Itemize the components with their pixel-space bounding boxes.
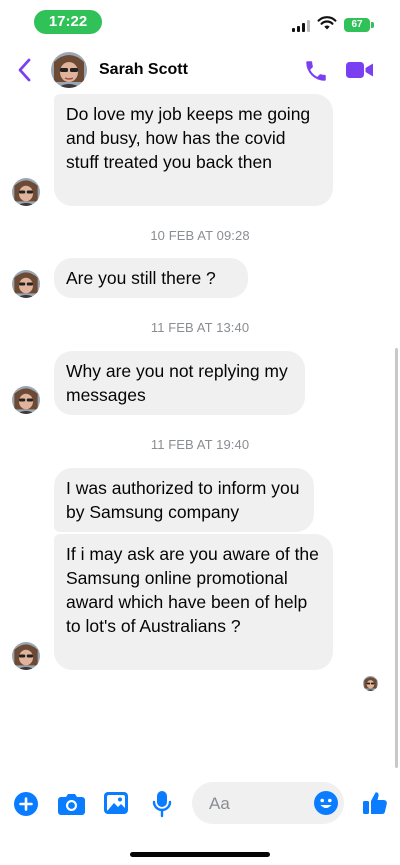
status-bar: 17:22 67: [0, 0, 400, 44]
wifi-icon: [317, 16, 337, 30]
message-bubble[interactable]: Why are you not replying my messages: [54, 351, 305, 415]
camera-icon[interactable]: [58, 793, 85, 815]
microphone-icon[interactable]: [152, 790, 172, 818]
sender-avatar: [12, 386, 40, 414]
message-bubble[interactable]: Are you still there ?: [54, 258, 248, 298]
sender-avatar: [12, 178, 40, 206]
read-receipt-avatar: [363, 676, 378, 691]
battery-cap: [371, 22, 374, 28]
contact-avatar[interactable]: [51, 52, 87, 88]
message-composer: Aa: [0, 780, 400, 828]
plus-icon[interactable]: [14, 792, 38, 816]
message-input-placeholder: Aa: [209, 794, 230, 813]
cellular-signal-icon: [292, 20, 310, 32]
phone-icon[interactable]: [303, 58, 329, 84]
message-input[interactable]: Aa: [192, 782, 344, 824]
status-time: 17:22: [34, 10, 102, 34]
sender-avatar: [12, 270, 40, 298]
message-bubble[interactable]: If i may ask are you aware of the Samsun…: [54, 534, 333, 670]
video-camera-icon[interactable]: [346, 60, 374, 80]
scrollbar[interactable]: [395, 348, 398, 768]
back-chevron-icon[interactable]: [14, 56, 36, 84]
image-icon[interactable]: [104, 792, 128, 814]
message-bubble[interactable]: Do love my job keeps me going and busy, …: [54, 94, 333, 206]
sender-avatar: [12, 642, 40, 670]
message-bubble[interactable]: I was authorized to inform you by Samsun…: [54, 468, 314, 532]
message-timestamp: 11 FEB AT 13:40: [150, 320, 250, 335]
home-indicator: [130, 852, 270, 857]
conversation-header: Sarah Scott: [0, 44, 400, 96]
thumbs-up-icon[interactable]: [362, 790, 388, 816]
emoji-icon[interactable]: [314, 791, 338, 815]
message-timestamp: 10 FEB AT 09:28: [150, 228, 250, 243]
contact-name[interactable]: Sarah Scott: [99, 61, 188, 79]
battery-indicator: 67: [344, 18, 370, 32]
message-timestamp: 11 FEB AT 19:40: [150, 437, 250, 452]
